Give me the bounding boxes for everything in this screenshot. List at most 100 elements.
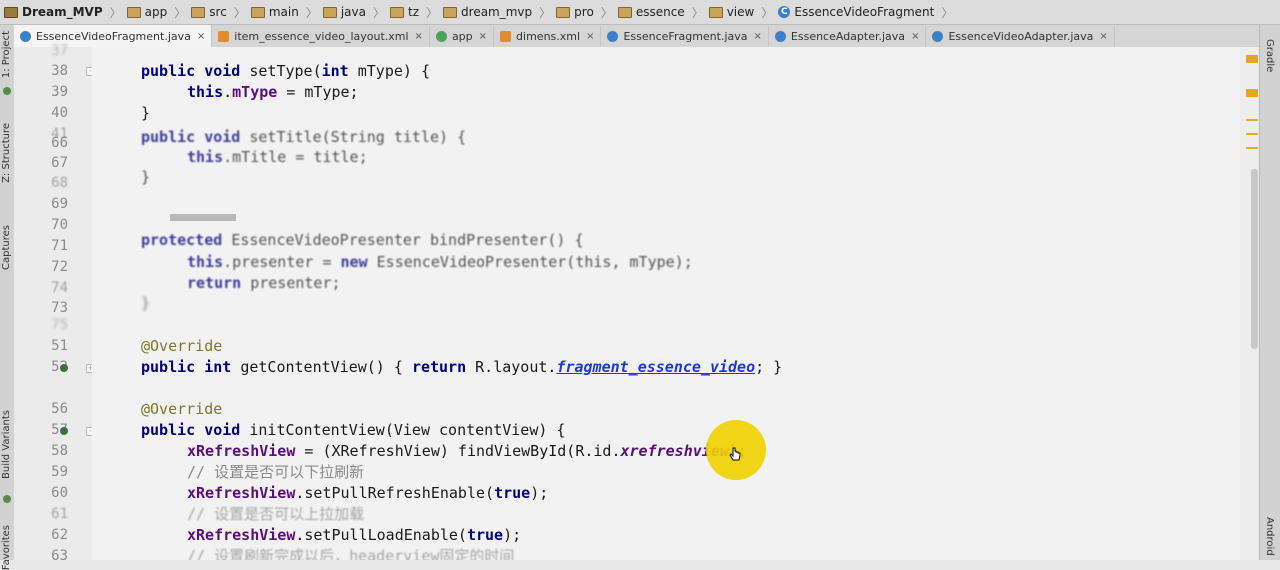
tab-item-essence-video-layout[interactable]: item_essence_video_layout.xml × xyxy=(212,26,430,47)
chevron-right-icon: 〉 xyxy=(941,5,954,20)
close-icon[interactable]: × xyxy=(415,31,423,42)
tab-label: dimens.xml xyxy=(516,30,581,43)
chevron-right-icon: 〉 xyxy=(305,5,318,20)
close-icon[interactable]: × xyxy=(479,31,487,42)
close-icon[interactable]: × xyxy=(197,31,205,42)
breadcrumb-label: java xyxy=(340,5,366,19)
line-number: 60 xyxy=(51,485,68,501)
line-number: 62 xyxy=(51,527,68,543)
breadcrumb-item-project[interactable]: Dream_MVP xyxy=(0,0,109,24)
folder-icon xyxy=(390,6,404,18)
tab-app[interactable]: app × xyxy=(430,26,495,47)
breadcrumb-label: tz xyxy=(408,5,420,19)
build-variants-icon xyxy=(3,495,11,503)
warning-marker[interactable] xyxy=(1246,55,1258,63)
warning-marker[interactable] xyxy=(1246,119,1258,121)
vertical-scrollbar-thumb[interactable] xyxy=(1251,169,1258,349)
java-class-icon xyxy=(607,31,619,42)
breadcrumb-item-class[interactable]: C EssenceVideoFragment xyxy=(774,0,940,24)
line-number: 38 xyxy=(51,63,68,79)
warning-marker[interactable] xyxy=(1246,89,1258,97)
line-number: 61 xyxy=(51,506,68,522)
tool-favorites[interactable]: Favorites xyxy=(1,525,12,570)
override-marker-icon[interactable] xyxy=(60,427,68,435)
chevron-right-icon: 〉 xyxy=(539,5,552,20)
code-line: } xyxy=(141,294,151,312)
tool-android[interactable]: Android xyxy=(1264,517,1275,556)
breadcrumb-label: app xyxy=(144,5,168,19)
line-number: 40 xyxy=(51,105,68,121)
tab-dimens[interactable]: dimens.xml × xyxy=(494,26,602,47)
breadcrumb: Dream_MVP 〉 app 〉 src 〉 main 〉 java 〉 tz 〉 dre… xyxy=(0,0,1280,25)
right-tool-strip: Gradle Android xyxy=(1259,25,1280,560)
ghost-fragment xyxy=(170,214,236,221)
tab-essence-video-adapter[interactable]: EssenceVideoAdapter.java × xyxy=(926,26,1115,47)
breadcrumb-item-tz[interactable]: tz xyxy=(386,0,425,24)
line-number: 51 xyxy=(51,338,68,354)
code-line: // 设置是否可以上拉加载 xyxy=(187,505,365,523)
close-icon[interactable]: × xyxy=(586,31,594,42)
java-class-icon xyxy=(932,31,944,42)
class-icon: C xyxy=(778,6,791,18)
line-number: 68 xyxy=(51,175,68,191)
java-class-icon xyxy=(20,30,31,42)
code-editor[interactable]: public void setType(int mType) { this.mT… xyxy=(92,47,1240,560)
code-line: } xyxy=(141,168,151,186)
line-number: 56 xyxy=(51,401,68,417)
app-module-icon xyxy=(435,31,447,42)
breadcrumb-item-app[interactable]: app xyxy=(123,0,174,24)
line-number: 71 xyxy=(51,238,68,254)
chevron-right-icon: 〉 xyxy=(761,5,774,20)
tab-label: EssenceFragment.java xyxy=(623,30,748,43)
code-line: this.mTitle = title; xyxy=(187,148,368,166)
breadcrumb-item-dream-mvp[interactable]: dream_mvp xyxy=(439,0,538,24)
close-icon[interactable]: × xyxy=(754,31,762,42)
tool-project[interactable]: 1: Project xyxy=(1,31,12,78)
tab-essence-adapter[interactable]: EssenceAdapter.java × xyxy=(769,26,927,47)
tool-captures[interactable]: Captures xyxy=(1,225,12,270)
tool-build-variants[interactable]: Build Variants xyxy=(1,410,12,479)
folder-icon xyxy=(322,6,337,18)
tool-gradle[interactable]: Gradle xyxy=(1264,39,1275,72)
chevron-right-icon: 〉 xyxy=(233,5,246,20)
folder-icon xyxy=(617,6,632,18)
line-number: 39 xyxy=(51,84,68,100)
warning-marker[interactable] xyxy=(1246,133,1258,135)
error-stripe[interactable] xyxy=(1240,47,1260,560)
breadcrumb-label: view xyxy=(726,5,755,19)
project-icon xyxy=(4,6,18,18)
layout-resource-link[interactable]: fragment_essence_video xyxy=(556,358,755,376)
chevron-right-icon: 〉 xyxy=(109,5,122,20)
code-line: xRefreshView = (XRefreshView) findViewBy… xyxy=(187,442,747,460)
breadcrumb-label: pro xyxy=(574,5,594,19)
breadcrumb-item-pro[interactable]: pro xyxy=(552,0,600,24)
code-line: @Override xyxy=(141,337,223,355)
code-line: xRefreshView.setPullLoadEnable(true); xyxy=(187,526,522,544)
line-number: 72 xyxy=(51,259,68,275)
breadcrumb-item-java[interactable]: java xyxy=(319,0,372,24)
breadcrumb-item-main[interactable]: main xyxy=(247,0,305,24)
override-marker-icon[interactable] xyxy=(60,364,68,372)
close-icon[interactable]: × xyxy=(1099,31,1107,42)
left-tool-strip: 1: Project Z: Structure Captures Build V… xyxy=(0,25,15,570)
line-number: 63 xyxy=(51,548,68,564)
code-line: @Override xyxy=(141,400,223,418)
editor-tab-bar: EssenceVideoFragment.java × item_essence_… xyxy=(14,25,1280,48)
tool-structure[interactable]: Z: Structure xyxy=(1,123,12,183)
line-number: 75 xyxy=(51,317,68,333)
code-line: // 设置是否可以下拉刷新 xyxy=(187,463,365,481)
chevron-right-icon: 〉 xyxy=(372,5,385,20)
code-line: this.presenter = new EssenceVideoPresent… xyxy=(187,253,693,271)
chevron-right-icon: 〉 xyxy=(174,5,187,20)
code-line: protected EssenceVideoPresenter bindPres… xyxy=(141,231,584,249)
warning-marker[interactable] xyxy=(1246,147,1258,149)
tab-label: EssenceVideoAdapter.java xyxy=(948,30,1094,43)
line-number-gutter[interactable]: 37 38 39 40 41 66 67 68 69 70 71 72 73 7… xyxy=(14,43,95,564)
close-icon[interactable]: × xyxy=(911,31,919,42)
breadcrumb-item-view[interactable]: view xyxy=(705,0,761,24)
breadcrumb-item-src[interactable]: src xyxy=(187,0,233,24)
code-line: return presenter; xyxy=(187,274,341,292)
tab-essence-fragment[interactable]: EssenceFragment.java × xyxy=(601,26,769,47)
breadcrumb-item-essence[interactable]: essence xyxy=(614,0,691,24)
code-line: xRefreshView.setPullRefreshEnable(true); xyxy=(187,484,549,502)
